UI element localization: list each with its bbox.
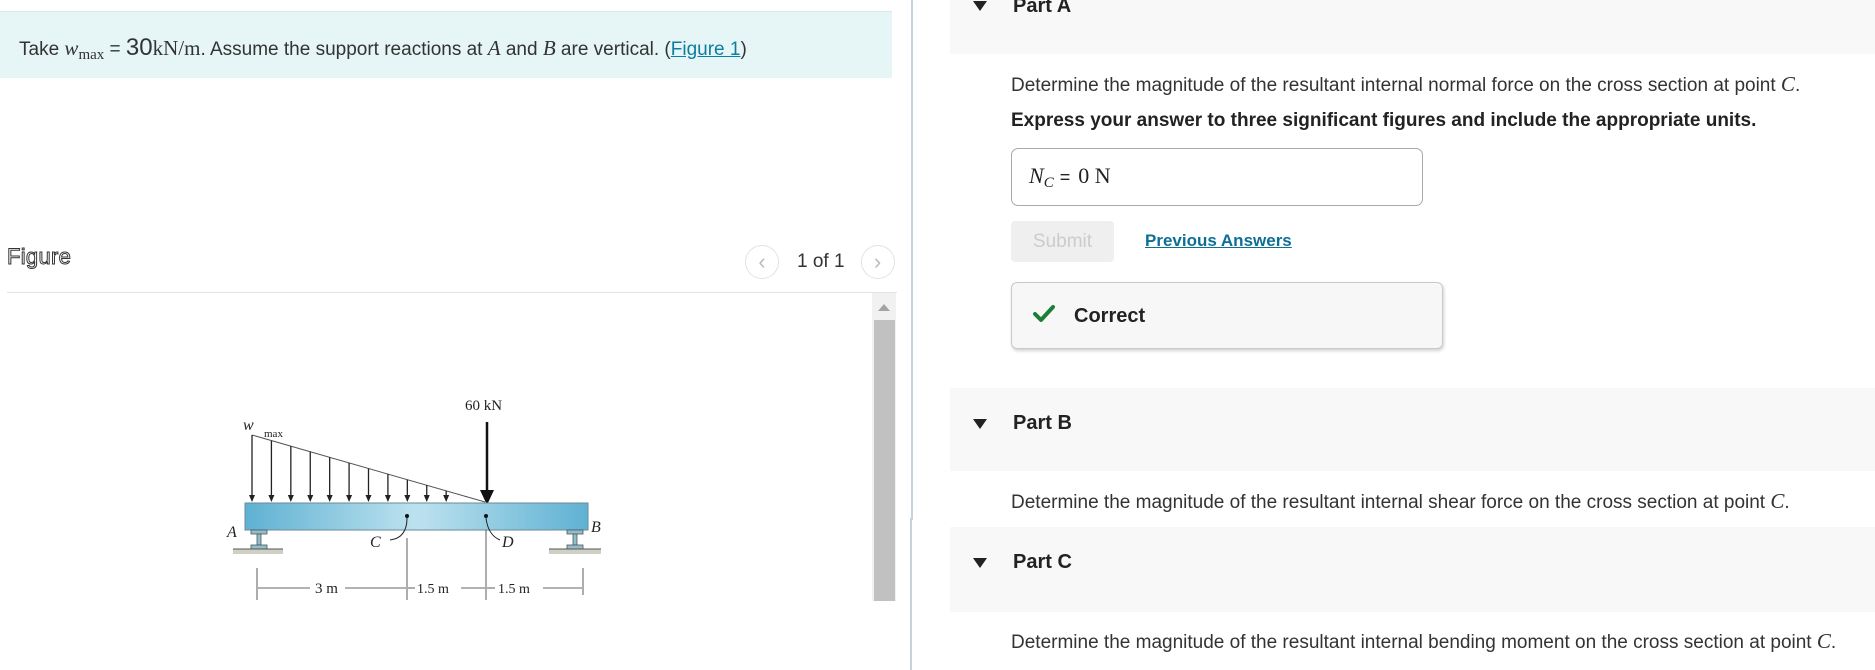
part-a-question: Determine the magnitude of the resultant… — [1011, 72, 1800, 97]
point-d-label: D — [501, 534, 514, 551]
dimension-label: 1.5 m — [498, 582, 530, 597]
figure-counter: 1 of 1 — [797, 251, 845, 272]
part-c-header[interactable]: Part C — [950, 527, 1875, 612]
collapse-triangle-icon[interactable] — [973, 558, 987, 568]
question-text: . — [1794, 75, 1801, 96]
w-value: 30 — [125, 34, 153, 61]
intro-text: and — [500, 39, 543, 60]
scrollbar-thumb[interactable] — [874, 320, 895, 601]
wmax-subscript: max — [264, 428, 283, 440]
support-a — [233, 529, 283, 554]
support-b-label: B — [591, 519, 601, 536]
load-arrowhead — [346, 495, 353, 502]
problem-statement: Take wmax = 30kN/m. Assume the support r… — [0, 11, 892, 78]
collapse-triangle-icon[interactable] — [973, 1, 987, 11]
answer-value: 0 N — [1078, 163, 1111, 188]
intro-text: are vertical. ( — [555, 39, 671, 60]
checkmark-icon — [1033, 305, 1055, 322]
figure-pager: ‹ 1 of 1 › — [745, 245, 895, 279]
wmax-label: w — [243, 417, 254, 434]
w-subscript: max — [78, 47, 105, 63]
feedback-text: Correct — [1074, 305, 1146, 327]
previous-figure-button[interactable]: ‹ — [745, 245, 779, 279]
load-arrowhead — [443, 495, 450, 502]
part-b-question: Determine the magnitude of the resultant… — [1011, 489, 1790, 514]
beam-diagram: 60 kN w max C D A B 3 m 1.5 m 1.5 m — [226, 398, 601, 600]
question-text: . — [1784, 492, 1790, 513]
point-label: C — [1780, 72, 1795, 96]
previous-answers-link[interactable]: Previous Answers — [1145, 231, 1292, 251]
part-a-title: Part A — [1013, 0, 1072, 17]
figure-heading: Figure — [6, 244, 72, 270]
distributed-load-arrows — [249, 435, 467, 502]
load-arrowhead — [404, 495, 411, 502]
load-arrowhead — [365, 495, 372, 502]
problem-panel: Take wmax = 30kN/m. Assume the support r… — [0, 0, 912, 670]
beam — [244, 502, 589, 531]
feedback-correct: Correct — [1011, 282, 1443, 349]
chevron-left-icon: ‹ — [758, 249, 766, 274]
load-arrowhead — [423, 495, 430, 502]
load-arrowhead — [326, 495, 333, 502]
load-arrowhead — [384, 495, 391, 502]
load-arrowhead — [249, 495, 255, 502]
load-arrowhead — [287, 495, 294, 502]
part-a-header[interactable]: Part A — [950, 0, 1875, 54]
intro-text: . Assume the support reactions at — [200, 39, 488, 60]
dimension-label: 3 m — [315, 581, 338, 597]
question-text: Determine the magnitude of the resultant… — [1011, 492, 1771, 513]
panel-divider — [910, 518, 912, 670]
point-load-label: 60 kN — [465, 398, 502, 414]
figure-link[interactable]: Figure 1 — [671, 39, 741, 60]
intro-text: ) — [740, 39, 747, 60]
equals-sign: = — [104, 39, 126, 60]
figure-scrollbar[interactable] — [872, 293, 896, 601]
point-label: C — [1816, 629, 1831, 653]
equals-sign: = — [1059, 167, 1071, 187]
part-b-header[interactable]: Part B — [950, 388, 1875, 471]
part-b-title: Part B — [1013, 412, 1072, 434]
dimension-label: 1.5 m — [417, 582, 449, 597]
point-d-marker — [484, 514, 488, 518]
submit-button[interactable]: Submit — [1011, 221, 1114, 262]
question-text: Determine the magnitude of the resultant… — [1011, 632, 1817, 653]
question-text: Determine the magnitude of the resultant… — [1011, 75, 1781, 96]
part-a-instructions: Express your answer to three significant… — [1011, 110, 1757, 131]
part-c-question: Determine the magnitude of the resultant… — [1011, 629, 1836, 654]
scroll-up-arrow-icon[interactable] — [872, 299, 896, 315]
w-variable: w — [64, 36, 79, 60]
question-text: . — [1830, 632, 1837, 653]
point-c-label: C — [370, 534, 381, 551]
chevron-right-icon: › — [873, 249, 882, 274]
answer-variable: N — [1029, 163, 1044, 188]
answer-variable-subscript: C — [1043, 175, 1054, 191]
load-arrowhead — [307, 495, 314, 502]
intro-text: Take — [19, 39, 65, 60]
next-figure-button[interactable]: › — [860, 245, 895, 279]
answer-field[interactable]: NC = 0 N — [1011, 148, 1423, 206]
point-a-label: A — [487, 36, 501, 60]
collapse-triangle-icon[interactable] — [973, 419, 987, 429]
point-c-marker — [405, 514, 409, 518]
load-arrowhead — [268, 495, 275, 502]
support-a-label: A — [226, 524, 237, 541]
part-c-title: Part C — [1013, 551, 1072, 573]
divider — [7, 292, 897, 293]
panel-divider — [911, 0, 913, 520]
point-b-label: B — [542, 36, 556, 60]
point-label: C — [1770, 489, 1785, 513]
w-unit: kN/m — [152, 36, 201, 60]
